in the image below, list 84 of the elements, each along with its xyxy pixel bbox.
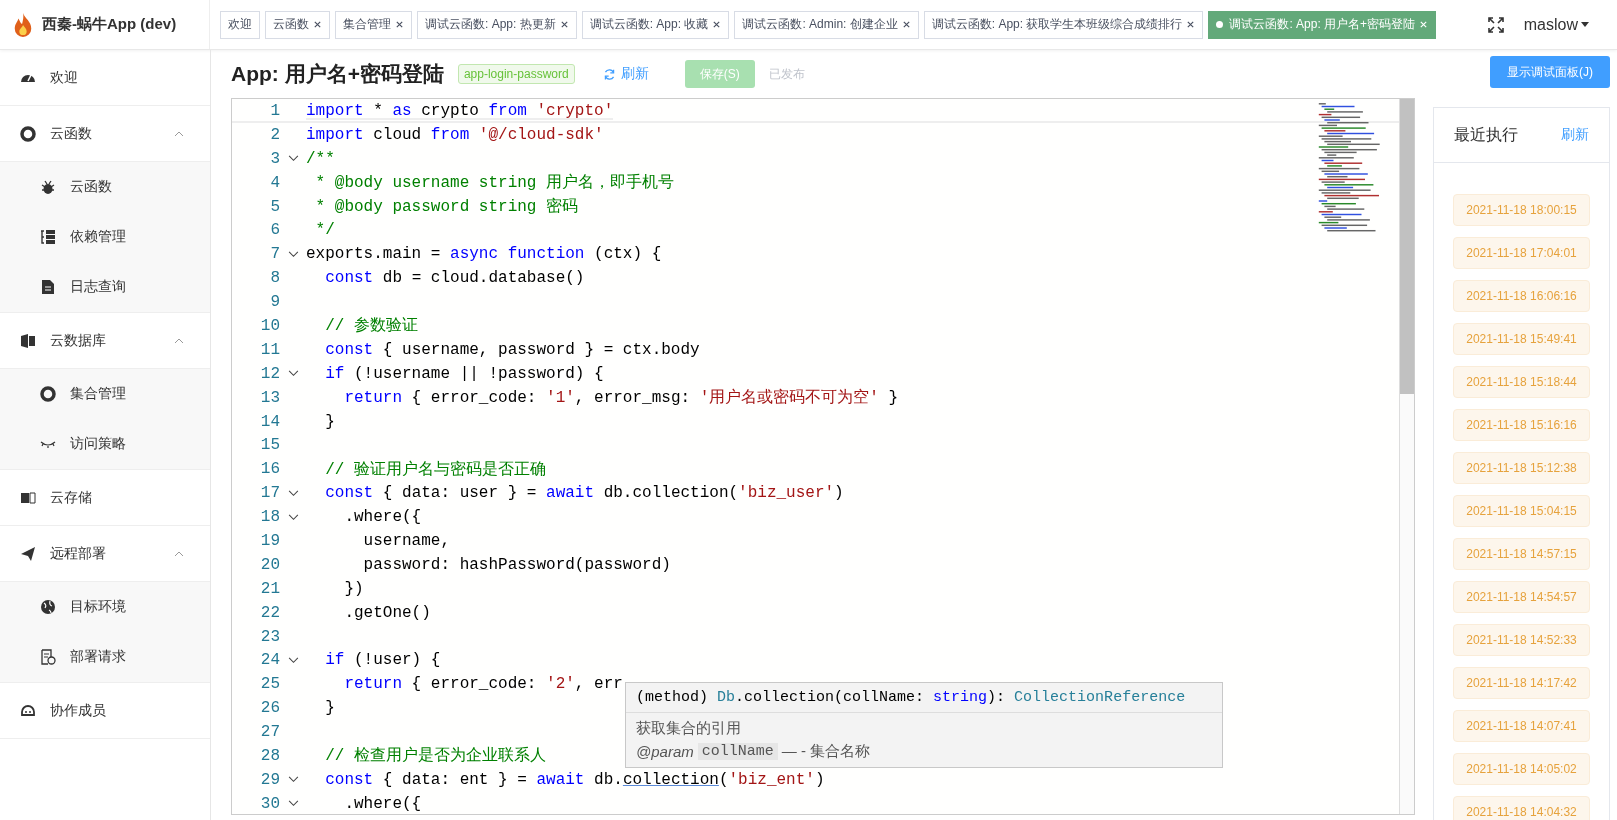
- code-line: }: [324, 412, 335, 431]
- code-line: }: [324, 699, 335, 718]
- code-line: .where({: [343, 508, 422, 527]
- code-line: username,: [362, 531, 451, 550]
- line-number: 12: [259, 364, 280, 383]
- line-number: 19: [259, 531, 280, 550]
- line-number: 17: [259, 484, 280, 503]
- line-number: 4: [269, 173, 280, 192]
- line-number: 29: [259, 770, 280, 789]
- code-line: const { data: ent } = await db.collection('biz_ent'): [324, 770, 825, 789]
- line-number: 30: [259, 794, 280, 813]
- line-number: 2: [269, 125, 280, 144]
- code-line: const { username, password } = ctx.body: [324, 340, 700, 359]
- line-number: 3: [269, 149, 280, 168]
- tab[interactable]: 欢迎: [220, 10, 260, 39]
- line-number: 20: [259, 555, 280, 574]
- code-line: */: [314, 221, 335, 240]
- line-number: 8: [269, 269, 280, 288]
- line-number: 25: [259, 675, 280, 694]
- code-line: const { data: user } = await db.collection('biz_user'): [324, 484, 844, 503]
- line-number: 10: [259, 316, 280, 335]
- tab[interactable]: 云函数: [265, 10, 330, 39]
- code-line: password: hashPassword(password): [362, 555, 671, 574]
- method-signature: (method) Db.collection(collName: string): CollectionReference: [626, 683, 1222, 713]
- line-number: 13: [259, 388, 280, 407]
- sidebar-item[interactable]: 欢迎: [0, 50, 210, 106]
- user-menu[interactable]: maslow: [1517, 14, 1595, 35]
- code-line: if (!user) {: [324, 651, 441, 670]
- tab[interactable]: 调试云函数: App: 热更新: [417, 10, 577, 39]
- line-number: 7: [269, 245, 280, 264]
- code-line: import cloud from '@/cloud-sdk': [306, 125, 604, 144]
- param-description: — - 集合名称: [781, 742, 871, 761]
- line-number: 15: [259, 436, 280, 455]
- code-line: return { error_code: '2', err: [343, 675, 623, 694]
- sidebar-subitem[interactable]: 目标环境: [0, 582, 210, 632]
- line-number: 14: [259, 412, 280, 431]
- code-line: if (!username || !password) {: [324, 364, 604, 383]
- line-number: 1: [269, 101, 280, 120]
- line-number: 24: [259, 651, 280, 670]
- code-line: /**: [306, 149, 335, 168]
- line-number: 27: [259, 723, 280, 742]
- code-line: // 验证用户名与密码是否正确: [324, 459, 546, 480]
- line-number: 9: [269, 293, 280, 312]
- line-number: 23: [259, 627, 280, 646]
- code-line: // 参数验证: [324, 316, 418, 337]
- sidebar-subitem[interactable]: 部署请求: [0, 632, 210, 682]
- function-title: App: 用户名+密码登陆: [231, 61, 444, 87]
- line-number: 28: [259, 747, 280, 765]
- function-name-tag: app-login-password: [457, 64, 575, 84]
- publish-status: 已发布: [768, 65, 805, 83]
- line-number: 16: [259, 460, 280, 479]
- sidebar-subitem[interactable]: 访问策略: [0, 419, 210, 469]
- code-line: .getOne(): [343, 603, 431, 622]
- sidebar-subitem[interactable]: 云函数: [0, 162, 210, 212]
- line-number: 21: [259, 579, 280, 598]
- sidebar-item[interactable]: 云存储: [0, 470, 210, 526]
- sidebar-item[interactable]: 协作成员: [0, 683, 210, 739]
- code-line: * @body username string 用户名，即手机号: [314, 172, 675, 194]
- line-number: 26: [259, 699, 280, 718]
- line-number: 6: [269, 221, 280, 240]
- code-line: * @body password string 密码: [314, 196, 579, 217]
- line-number: 11: [259, 340, 280, 359]
- tab[interactable]: 调试云函数: App: 获取学生本班级综合成绩排行: [923, 10, 1204, 39]
- card-title: 最近执行: [1454, 124, 1518, 145]
- method-description: 获取集合的引用: [636, 719, 742, 738]
- sidebar-subitem[interactable]: 依赖管理: [0, 212, 210, 262]
- code-line: exports.main = async function (ctx) {: [306, 245, 662, 264]
- param-tag: @param: [636, 743, 694, 760]
- tab[interactable]: 调试云函数: App: 收藏: [581, 10, 730, 39]
- code-line: // 检查用户是否为企业联系人: [324, 745, 546, 767]
- line-number: 5: [269, 197, 280, 216]
- code-line: .where({: [343, 794, 422, 813]
- app-title: 西秦-蜗牛App (dev): [42, 15, 177, 34]
- tab[interactable]: 调试云函数: Admin: 创建企业: [734, 10, 919, 39]
- line-number: 18: [259, 508, 280, 527]
- param-name: collName: [697, 743, 778, 760]
- code-line: }): [343, 579, 364, 598]
- line-number: 22: [259, 603, 280, 622]
- code-line: return { error_code: '1', error_msg: '用户名或密码不可为空' }: [343, 387, 899, 409]
- sidebar-subitem[interactable]: 日志查询: [0, 262, 210, 312]
- sidebar-subitem[interactable]: 集合管理: [0, 369, 210, 419]
- code-line: import * as crypto from 'crypto': [306, 101, 614, 120]
- code-line: const db = cloud.database(): [324, 269, 585, 288]
- tab[interactable]: 集合管理: [335, 10, 412, 39]
